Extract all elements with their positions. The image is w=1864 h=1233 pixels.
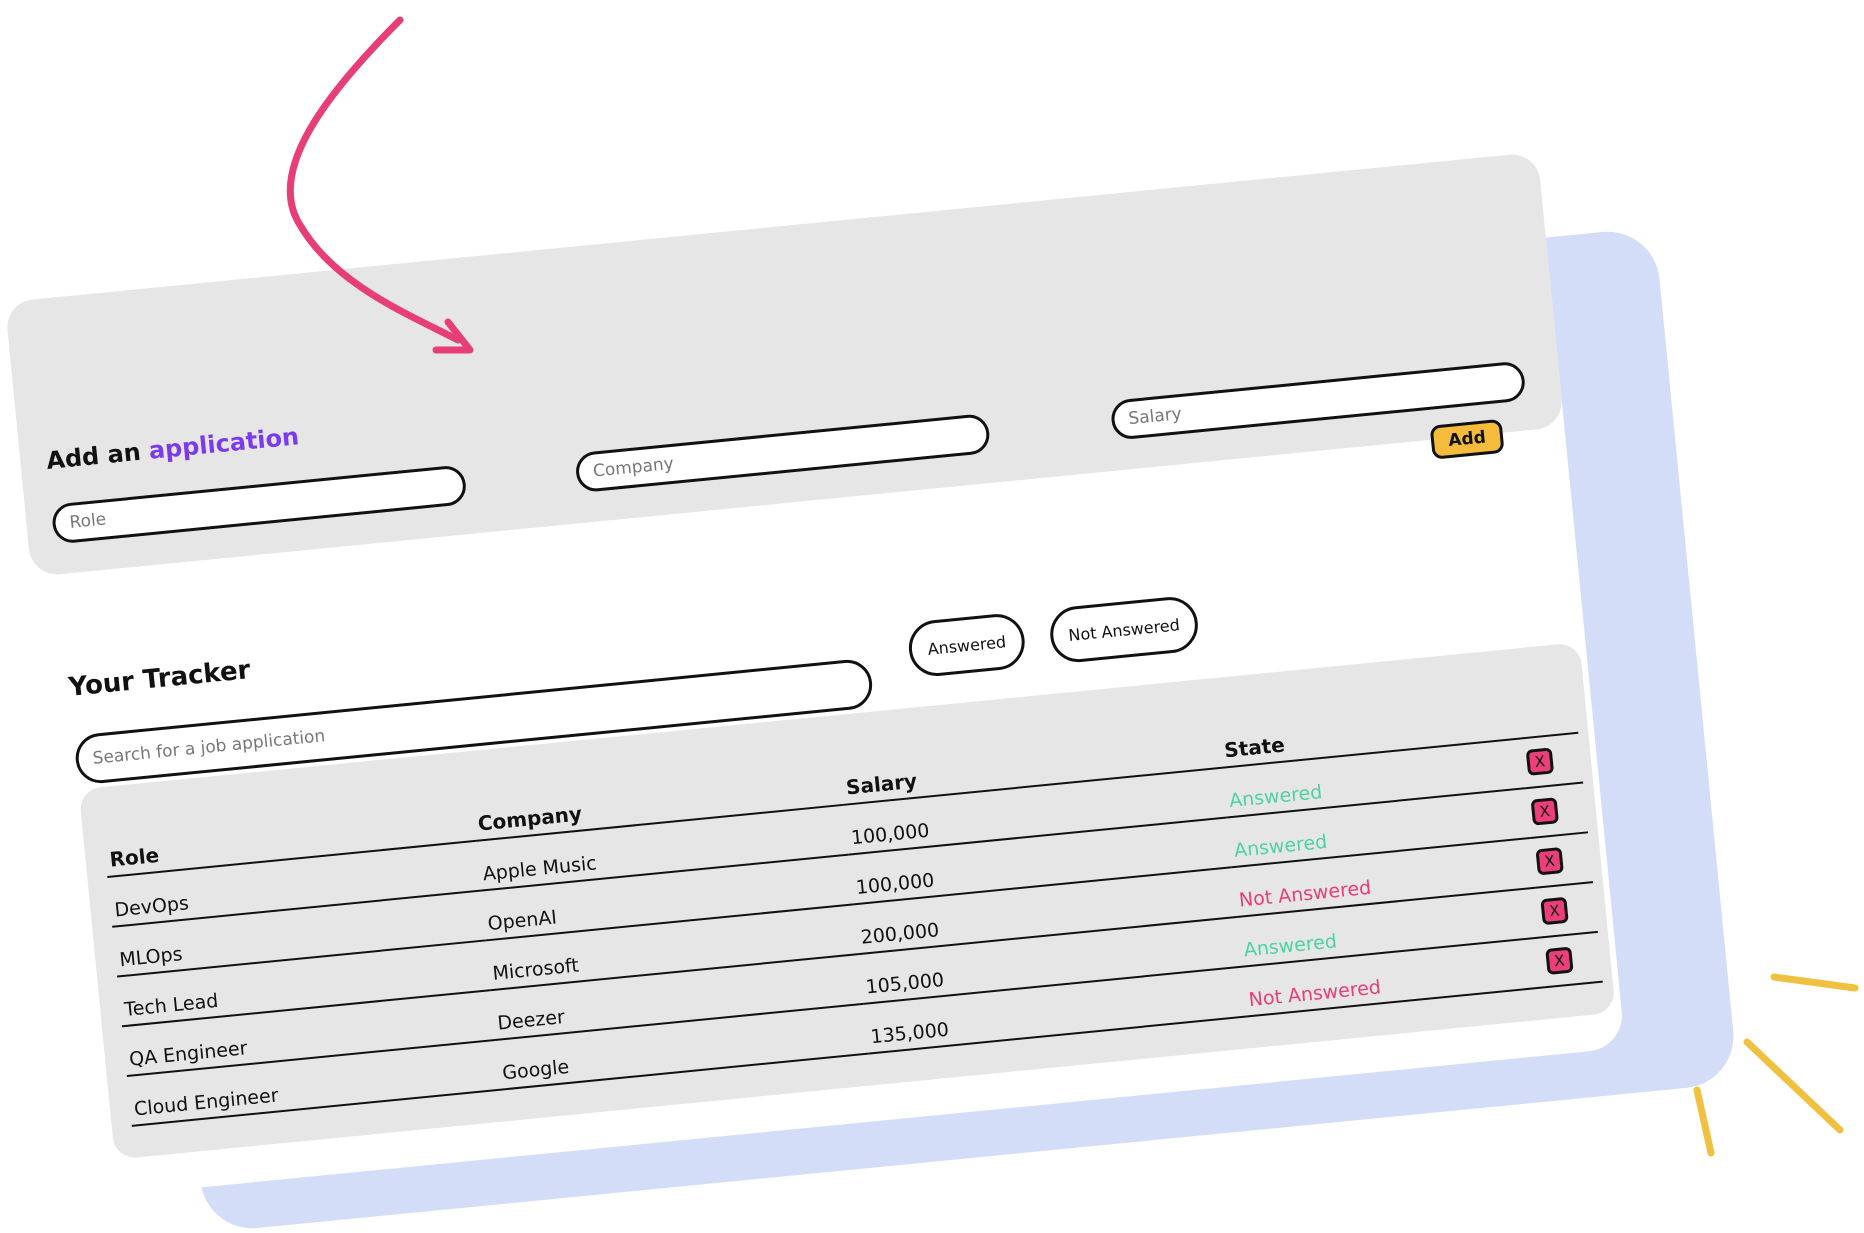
- row-delete-cell: X: [1525, 782, 1589, 838]
- delete-row-button[interactable]: X: [1530, 797, 1560, 826]
- add-title-prefix: Add an: [45, 437, 142, 475]
- company-input[interactable]: [574, 412, 992, 494]
- role-input[interactable]: [50, 464, 468, 545]
- column-header-delete: [1515, 683, 1579, 739]
- add-title-accent: application: [147, 422, 301, 465]
- delete-row-button[interactable]: X: [1540, 896, 1569, 926]
- row-delete-cell: X: [1540, 931, 1603, 988]
- add-application-title: Add an application: [45, 422, 300, 475]
- add-application-panel: Add an application Add: [4, 152, 1565, 577]
- row-delete-cell: X: [1520, 732, 1584, 789]
- filter-not-answered-button[interactable]: Not Answered: [1047, 594, 1201, 665]
- filter-answered-button[interactable]: Answered: [906, 611, 1028, 679]
- tracker-card: Add an application Add Your Tracker Answ…: [4, 152, 1626, 1198]
- row-delete-cell: X: [1535, 882, 1598, 938]
- scene: Add an application Add Your Tracker Answ…: [0, 0, 1864, 1233]
- delete-row-button[interactable]: X: [1545, 946, 1574, 975]
- row-delete-cell: X: [1530, 832, 1593, 888]
- add-button[interactable]: Add: [1429, 418, 1505, 460]
- tracker-title: Your Tracker: [67, 655, 252, 703]
- delete-row-button[interactable]: X: [1525, 747, 1555, 776]
- delete-row-button[interactable]: X: [1535, 846, 1564, 876]
